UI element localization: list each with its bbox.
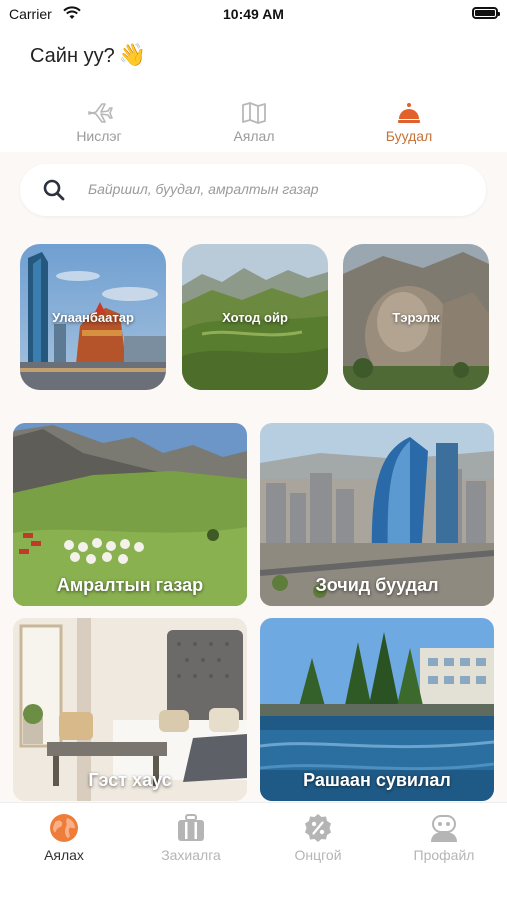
waving-hand-icon: 👋 [118,42,147,67]
clock: 10:49 AM [223,6,284,22]
map-icon [242,102,266,124]
tab-tours[interactable]: Аялал [194,100,314,144]
status-bar: Carrier 10:49 AM [0,0,507,30]
profile-avatar-icon [431,815,457,842]
suitcase-icon [178,814,204,841]
category-tabs: Нислэг Аялал Буудал [0,100,507,152]
category-guesthouse[interactable]: Гэст хаус [13,618,247,801]
tab-hotels[interactable]: Буудал [349,100,469,144]
category-sanatorium-label: Рашаан сувилал [303,770,451,790]
tab-profile-label: Профайл [413,847,475,863]
main-content: Байршил, буудал, амралтын газар Улаанбаа… [0,152,507,802]
concierge-bell-icon [398,103,420,123]
airplane-icon [88,103,113,123]
destination-terelj[interactable]: Тэрэлж [343,244,489,390]
category-hotel-label: Зочид буудал [315,575,439,595]
greeting: Сайн уу? 👋 [30,42,146,68]
tab-special-offers-label: Онцгой [294,847,342,863]
tab-tours-label: Аялал [233,128,275,144]
greeting-text: Сайн уу? [30,45,115,67]
destination-ulaanbaatar[interactable]: Улаанбаатар [20,244,166,390]
destination-near-city[interactable]: Хотод ойр [182,244,328,390]
tab-explore-label: Аялах [44,847,84,863]
globe-icon [50,814,78,842]
battery-icon [472,7,500,19]
bottom-tab-bar: Аялах Захиалга Онцгой Профайл [0,802,507,901]
tab-special-offers[interactable]: Онцгой [268,813,368,863]
category-resort-label: Амралтын газар [56,575,204,595]
destination-ulaanbaatar-label: Улаанбаатар [52,310,134,325]
category-guesthouse-label: Гэст хаус [88,770,172,790]
destination-near-city-label: Хотод ойр [222,310,288,325]
tab-flights[interactable]: Нислэг [39,100,159,144]
tab-explore[interactable]: Аялах [14,813,114,863]
tab-bookings[interactable]: Захиалга [141,813,241,863]
tab-bookings-label: Захиалга [161,847,221,863]
search-placeholder: Байршил, буудал, амралтын газар [88,181,319,197]
category-hotel[interactable]: Зочид буудал [260,423,494,606]
search-icon [43,179,65,201]
tab-hotels-label: Буудал [385,128,433,144]
category-sanatorium[interactable]: Рашаан сувилал [260,618,494,801]
destination-terelj-label: Тэрэлж [392,310,440,325]
discount-badge-icon [305,814,331,842]
category-resort[interactable]: Амралтын газар [13,423,247,606]
tab-flights-label: Нислэг [76,128,122,144]
tab-profile[interactable]: Профайл [394,813,494,863]
search-bar[interactable]: Байршил, буудал, амралтын газар [20,164,486,216]
